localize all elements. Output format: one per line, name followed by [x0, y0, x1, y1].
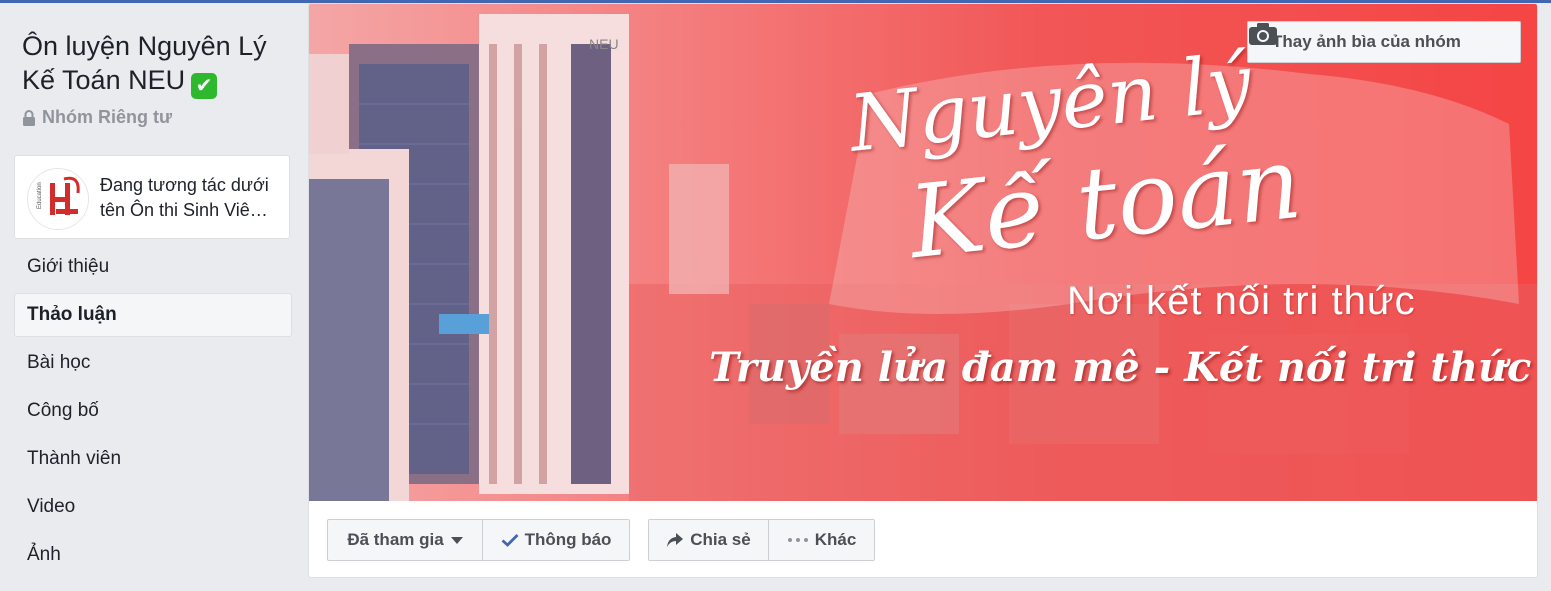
- group-nav: Giới thiệu Thảo luận Bài học Công bố Thà…: [14, 245, 292, 581]
- privacy-status: Nhóm Riêng tư: [22, 107, 172, 128]
- caret-down-icon: [450, 536, 463, 544]
- nav-item-announcements[interactable]: Công bố: [14, 389, 292, 433]
- share-label: Chia sẻ: [690, 530, 751, 549]
- notifications-label: Thông báo: [524, 530, 612, 549]
- lock-icon: [22, 109, 36, 126]
- building-sign-text: NEU: [589, 36, 619, 52]
- identity-text: Đang tương tác dưới tên Ôn thi Sinh Viê…: [100, 173, 286, 223]
- nav-item-discussion[interactable]: Thảo luận: [14, 293, 292, 337]
- more-button[interactable]: Khác: [768, 519, 875, 561]
- nav-item-lessons[interactable]: Bài học: [14, 341, 292, 385]
- group-title-text[interactable]: Ôn luyện Nguyên Lý Kế Toán NEU: [22, 31, 267, 95]
- identity-switcher[interactable]: Education Đang tương tác dưới tên Ôn thi…: [14, 155, 290, 239]
- nav-item-about[interactable]: Giới thiệu: [14, 245, 292, 289]
- joined-button[interactable]: Đã tham gia: [327, 519, 483, 561]
- verified-icon: ✔: [191, 73, 218, 99]
- privacy-label: Nhóm Riêng tư: [42, 107, 173, 127]
- share-icon: [666, 532, 684, 548]
- identity-line-2: tên Ôn thi Sinh Viê…: [100, 200, 268, 220]
- identity-line-1: Đang tương tác dưới: [100, 175, 269, 195]
- more-dots-icon: [787, 537, 809, 543]
- group-sidebar: Ôn luyện Nguyên Lý Kế Toán NEU ✔ Nhóm Riê…: [0, 3, 300, 591]
- check-icon: [501, 533, 519, 547]
- cover-photo[interactable]: NEU Nguyên lý Kế toán Nơi kết nối tri th…: [309, 4, 1537, 501]
- avatar-sub-text: Education: [37, 182, 43, 209]
- change-cover-label: Thay ảnh bìa của nhóm: [1272, 32, 1461, 51]
- cover-subtitle: Nơi kết nối tri thức: [1067, 279, 1416, 323]
- more-label: Khác: [814, 530, 857, 549]
- nav-item-photos[interactable]: Ảnh: [14, 533, 292, 577]
- group-header-card: NEU Nguyên lý Kế toán Nơi kết nối tri th…: [308, 3, 1538, 578]
- joined-label: Đã tham gia: [347, 530, 444, 549]
- notifications-button[interactable]: Thông báo: [482, 519, 630, 561]
- nav-item-videos[interactable]: Video: [14, 485, 292, 529]
- share-button[interactable]: Chia sẻ: [648, 519, 769, 561]
- change-cover-button[interactable]: Thay ảnh bìa của nhóm: [1247, 21, 1521, 63]
- page-avatar: Education: [27, 168, 89, 230]
- cover-slogan: Truyền lửa đam mê - Kết nối tri thức: [709, 344, 1532, 391]
- group-title[interactable]: Ôn luyện Nguyên Lý Kế Toán NEU ✔: [22, 29, 292, 99]
- nav-item-members[interactable]: Thành viên: [14, 437, 292, 481]
